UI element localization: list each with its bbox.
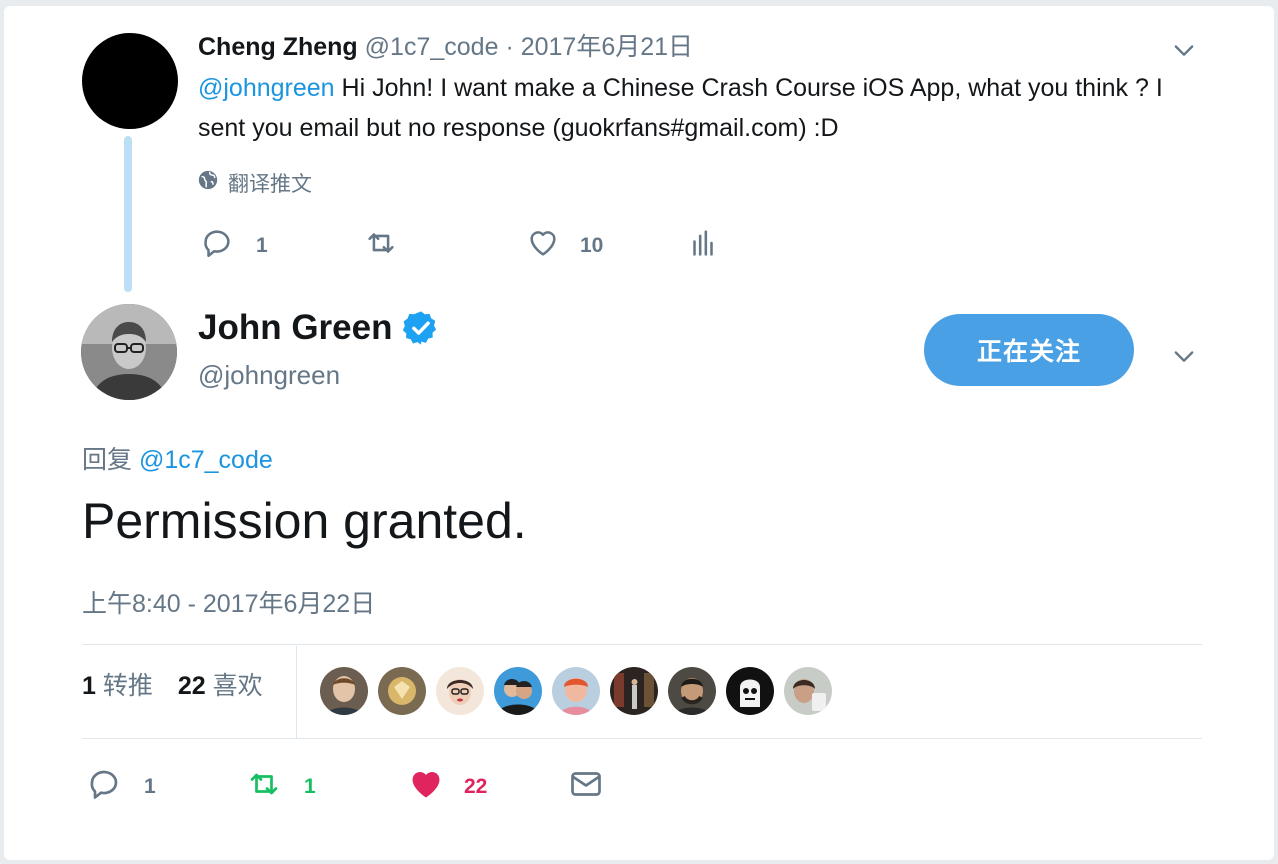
reply-icon — [200, 226, 234, 266]
following-button[interactable]: 正在关注 — [924, 314, 1134, 386]
stats-separator — [296, 646, 297, 738]
parent-tweet-header: Cheng Zheng @1c7_code · 2017年6月21日 — [198, 30, 693, 64]
liker-avatar[interactable] — [320, 667, 368, 715]
divider — [82, 738, 1202, 739]
reply-button[interactable]: 1 — [86, 766, 156, 808]
liker-avatar[interactable] — [378, 667, 426, 715]
liker-avatar[interactable] — [726, 667, 774, 715]
liker-avatar[interactable] — [668, 667, 716, 715]
parent-retweet-button[interactable] — [364, 226, 398, 266]
divider — [82, 644, 1202, 645]
reply-to-mention-link[interactable]: @1c7_code — [139, 446, 273, 474]
author-avatar[interactable] — [81, 304, 177, 400]
author-handle[interactable]: @johngreen — [198, 360, 340, 391]
parent-author-name[interactable]: Cheng Zheng — [198, 33, 358, 61]
tweet-stats: 1 转推 22 喜欢 — [82, 666, 263, 702]
parent-author-handle[interactable]: @1c7_code — [365, 33, 499, 61]
parent-like-count: 10 — [580, 234, 604, 257]
parent-author-avatar[interactable] — [82, 33, 178, 129]
replying-to-line: 回复 @1c7_code — [82, 440, 273, 476]
reply-icon — [86, 766, 122, 808]
thread-connector-line — [124, 136, 132, 292]
parent-reply-button[interactable]: 1 — [200, 226, 268, 266]
retweets-label: 转推 — [102, 672, 153, 700]
likers-avatar-list — [320, 667, 832, 715]
likes-count: 22 — [177, 672, 206, 700]
verified-badge-icon — [402, 309, 440, 347]
heart-icon — [408, 766, 444, 808]
retweets-count: 1 — [82, 672, 96, 700]
likes-label: 喜欢 — [212, 672, 263, 700]
chevron-down-icon[interactable] — [1170, 342, 1198, 370]
envelope-icon — [568, 766, 604, 808]
retweets-stat[interactable]: 1 转推 — [82, 672, 153, 700]
parent-tweet-text: @johngreen Hi John! I want make a Chines… — [198, 68, 1188, 148]
parent-tweet-body: Hi John! I want make a Chinese Crash Cou… — [198, 74, 1163, 142]
retweet-icon — [246, 766, 282, 808]
like-button[interactable]: 22 — [408, 766, 487, 808]
liker-avatar[interactable] — [552, 667, 600, 715]
header-separator: · — [505, 33, 514, 61]
parent-reply-count: 1 — [256, 234, 268, 257]
like-count: 22 — [464, 775, 488, 798]
reply-count: 1 — [144, 775, 156, 798]
tweet-timestamp[interactable]: 上午8:40 - 2017年6月22日 — [82, 584, 375, 620]
liker-avatar[interactable] — [494, 667, 542, 715]
author-name-row: John Green — [198, 308, 440, 348]
retweet-icon — [364, 226, 398, 266]
translate-label: 翻译推文 — [228, 173, 312, 196]
parent-mention-link[interactable]: @johngreen — [198, 74, 335, 102]
heart-icon — [526, 226, 560, 266]
retweet-button[interactable]: 1 — [246, 766, 316, 808]
direct-message-button[interactable] — [568, 766, 604, 808]
parent-tweet-date[interactable]: 2017年6月21日 — [521, 33, 693, 61]
liker-avatar[interactable] — [436, 667, 484, 715]
reply-prefix: 回复 — [82, 446, 133, 474]
retweet-count: 1 — [304, 775, 316, 798]
translate-tweet-link[interactable]: 翻译推文 — [198, 168, 312, 198]
tweet-text: Permission granted. — [82, 493, 527, 549]
parent-like-button[interactable]: 10 — [526, 226, 603, 266]
globe-icon — [198, 170, 218, 196]
analytics-button[interactable] — [686, 226, 720, 266]
liker-avatar[interactable] — [610, 667, 658, 715]
author-name[interactable]: John Green — [198, 308, 392, 348]
liker-avatar[interactable] — [784, 667, 832, 715]
analytics-icon — [686, 226, 720, 266]
likes-stat[interactable]: 22 喜欢 — [178, 672, 263, 700]
tweet-detail-card: Cheng Zheng @1c7_code · 2017年6月21日 @john… — [4, 6, 1274, 860]
chevron-down-icon[interactable] — [1170, 36, 1198, 64]
